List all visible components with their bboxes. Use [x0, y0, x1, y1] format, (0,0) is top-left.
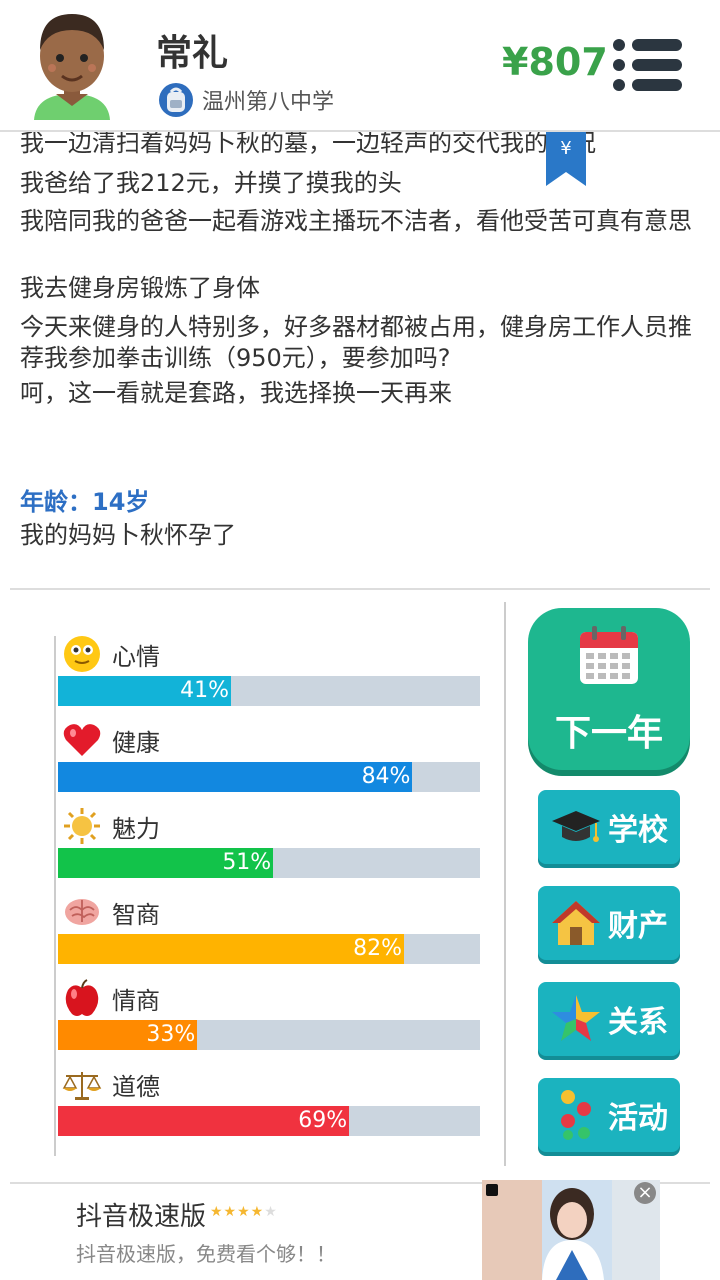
- sun-icon: [64, 808, 100, 844]
- stat-label: 智商: [112, 900, 160, 929]
- stat-morality: 道德 69%: [56, 1066, 480, 1152]
- bookmark-icon[interactable]: ¥: [546, 132, 586, 186]
- brain-icon: [65, 899, 99, 925]
- stat-charm: 魅力 51%: [56, 808, 480, 894]
- stats-panel: 心情 41% 健康 84% 魅力 51% 智商 82% 情商 33% 道德 69…: [54, 636, 480, 1156]
- stat-value: 41%: [180, 678, 230, 703]
- log-line: 我的妈妈卜秋怀孕了: [20, 521, 236, 549]
- stat-bar-fill: 84%: [58, 762, 413, 792]
- log-line: 我爸给了我212元，并摸了摸我的头: [20, 169, 402, 197]
- event-log[interactable]: 我一边清扫着妈妈卜秋的墓，一边轻声的交代我的近况 我爸给了我212元，并摸了摸我…: [0, 130, 720, 590]
- activity-dots-icon: [561, 1090, 591, 1140]
- avatar[interactable]: [26, 8, 118, 120]
- stat-label: 健康: [112, 728, 160, 757]
- calendar-icon: [580, 626, 638, 684]
- divider: [10, 588, 710, 590]
- property-button-label: 财产: [608, 909, 668, 944]
- log-line: 呵，这一看就是套路，我选择换一天再来: [20, 379, 452, 407]
- stat-bar: 84%: [58, 762, 480, 792]
- school-name: 温州第八中学: [202, 90, 335, 115]
- stat-bar: 33%: [58, 1020, 480, 1050]
- stat-bar: 41%: [58, 676, 480, 706]
- relations-button[interactable]: 关系: [538, 982, 680, 1056]
- ad-title[interactable]: 抖音极速版: [76, 1196, 206, 1233]
- money-display: ¥807: [502, 40, 608, 84]
- activities-button-label: 活动: [608, 1101, 668, 1136]
- star-icon: [552, 995, 600, 1041]
- next-year-button[interactable]: 下一年: [528, 608, 690, 770]
- player-name: 常礼: [156, 33, 229, 74]
- property-button[interactable]: 财产: [538, 886, 680, 960]
- stat-label: 情商: [112, 986, 160, 1015]
- school-row: 温州第八中学: [158, 82, 334, 118]
- stat-label: 道德: [112, 1072, 160, 1101]
- stat-bar-fill: 33%: [58, 1020, 198, 1050]
- stat-bar: 69%: [58, 1106, 480, 1136]
- stat-bar: 82%: [58, 934, 480, 964]
- age-heading: 年龄：14岁: [20, 488, 150, 516]
- school-button[interactable]: 学校: [538, 790, 680, 864]
- stat-bar: 51%: [58, 848, 480, 878]
- scales-icon: [62, 1072, 102, 1100]
- stat-eq: 情商 33%: [56, 979, 480, 1066]
- stat-bar-fill: 41%: [58, 676, 232, 706]
- stat-iq: 智商 82%: [56, 894, 480, 980]
- stat-value: 84%: [361, 764, 411, 789]
- smiley-icon: [64, 636, 100, 672]
- stat-health: 健康 84%: [56, 722, 480, 808]
- apple-icon: [65, 979, 99, 1016]
- ad-close-button[interactable]: ×: [634, 1182, 656, 1204]
- backpack-icon: [159, 83, 193, 117]
- heart-icon: [63, 724, 101, 756]
- log-line: 我一边清扫着妈妈卜秋的墓，一边轻声的交代我的近况: [20, 130, 596, 157]
- ad-description[interactable]: 抖音极速版，免费看个够！！: [76, 1238, 336, 1267]
- log-line: 我陪同我的爸爸一起看游戏主播玩不洁者，看他受苦可真有意思: [20, 207, 692, 235]
- ad-rating: ★★★★★: [210, 1204, 278, 1220]
- activities-button[interactable]: 活动: [538, 1078, 680, 1152]
- next-year-label: 下一年: [554, 713, 663, 754]
- stat-label: 魅力: [112, 814, 160, 843]
- header: 常礼 温州第八中学 ¥807: [0, 0, 720, 130]
- stat-value: 51%: [222, 850, 272, 875]
- vertical-divider: [504, 602, 506, 1166]
- stat-bar-fill: 51%: [58, 848, 274, 878]
- stat-bar-fill: 82%: [58, 934, 405, 964]
- stat-mood: 心情 41%: [56, 636, 480, 722]
- stat-value: 69%: [298, 1108, 348, 1133]
- relations-button-label: 关系: [608, 1005, 668, 1040]
- house-icon: [552, 901, 600, 945]
- bookmark-symbol: ¥: [560, 138, 571, 159]
- stat-bar-fill: 69%: [58, 1106, 350, 1136]
- graduation-cap-icon: [552, 811, 600, 842]
- stat-value: 82%: [353, 936, 403, 961]
- log-line: 我去健身房锻炼了身体: [20, 274, 260, 302]
- stat-label: 心情: [112, 642, 160, 671]
- log-line: 今天来健身的人特别多，好多器材都被占用，健身房工作人员推荐我参加拳击训练（950…: [20, 313, 692, 372]
- menu-icon[interactable]: [610, 36, 686, 94]
- school-button-label: 学校: [608, 813, 668, 848]
- stat-value: 33%: [146, 1022, 196, 1047]
